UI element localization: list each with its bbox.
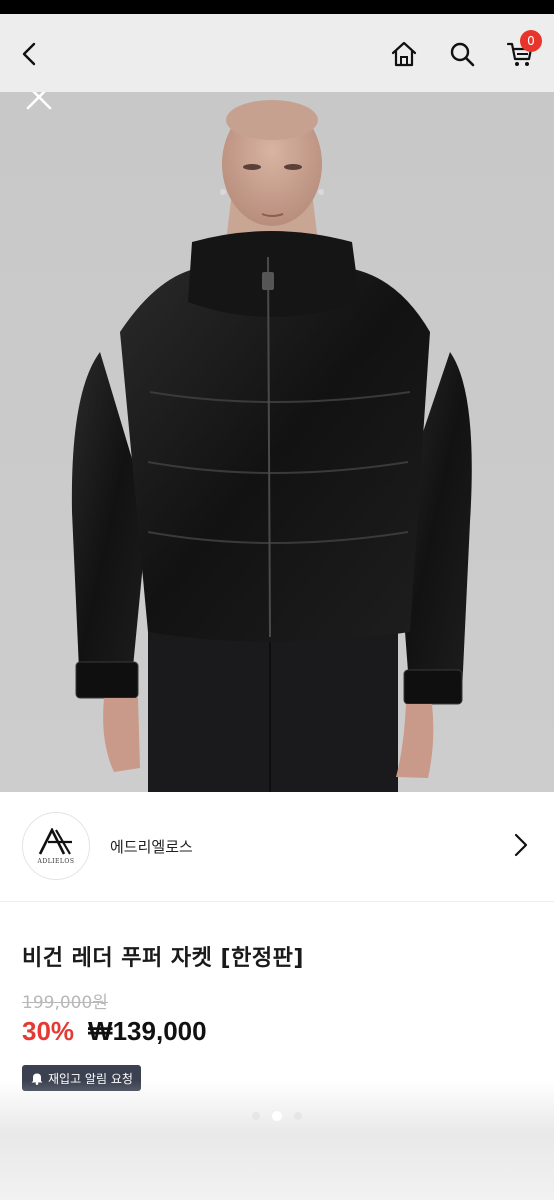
search-button[interactable] bbox=[442, 34, 482, 74]
brand-row[interactable]: ADLIELOS 에드리엘로스 bbox=[0, 792, 554, 902]
status-bar bbox=[0, 0, 554, 14]
home-button[interactable] bbox=[384, 34, 424, 74]
brand-link-button[interactable] bbox=[506, 830, 536, 860]
gallery-dot[interactable] bbox=[252, 1112, 260, 1120]
original-price: 199,000원 bbox=[22, 993, 108, 1013]
product-info: 비건 레더 푸퍼 자켓 [한정판] 199,000원 30% ₩139,000 … bbox=[0, 902, 554, 1200]
chevron-right-icon bbox=[514, 833, 528, 857]
product-photo bbox=[0, 92, 554, 792]
price-row: 30% ₩139,000 bbox=[22, 1016, 207, 1047]
back-button[interactable] bbox=[12, 36, 48, 72]
brand-logo-mark bbox=[38, 827, 72, 855]
close-icon[interactable] bbox=[20, 92, 60, 132]
brand-logo: ADLIELOS bbox=[22, 812, 90, 880]
home-icon bbox=[391, 41, 417, 67]
top-navigation-bar: 0 bbox=[0, 14, 554, 92]
discount-rate: 30% bbox=[22, 1016, 75, 1046]
product-image-gallery[interactable] bbox=[0, 92, 554, 792]
restock-alert-button[interactable]: 재입고 알림 요청 bbox=[22, 1065, 141, 1091]
bell-icon bbox=[31, 1073, 43, 1085]
search-icon bbox=[450, 42, 475, 67]
gallery-dot[interactable] bbox=[294, 1112, 302, 1120]
cart-button[interactable]: 0 bbox=[500, 30, 542, 74]
product-title: 비건 레더 푸퍼 자켓 [한정판] bbox=[22, 946, 304, 971]
brand-name[interactable]: 에드리엘로스 bbox=[110, 836, 193, 857]
cart-count-badge: 0 bbox=[520, 30, 542, 52]
sale-price: ₩139,000 bbox=[88, 1016, 207, 1046]
restock-alert-label: 재입고 알림 요청 bbox=[48, 1071, 133, 1086]
brand-logo-text: ADLIELOS bbox=[37, 857, 75, 865]
chevron-left-icon bbox=[22, 42, 36, 66]
gallery-dot-active[interactable] bbox=[272, 1111, 282, 1121]
gallery-pagination bbox=[0, 1106, 554, 1126]
